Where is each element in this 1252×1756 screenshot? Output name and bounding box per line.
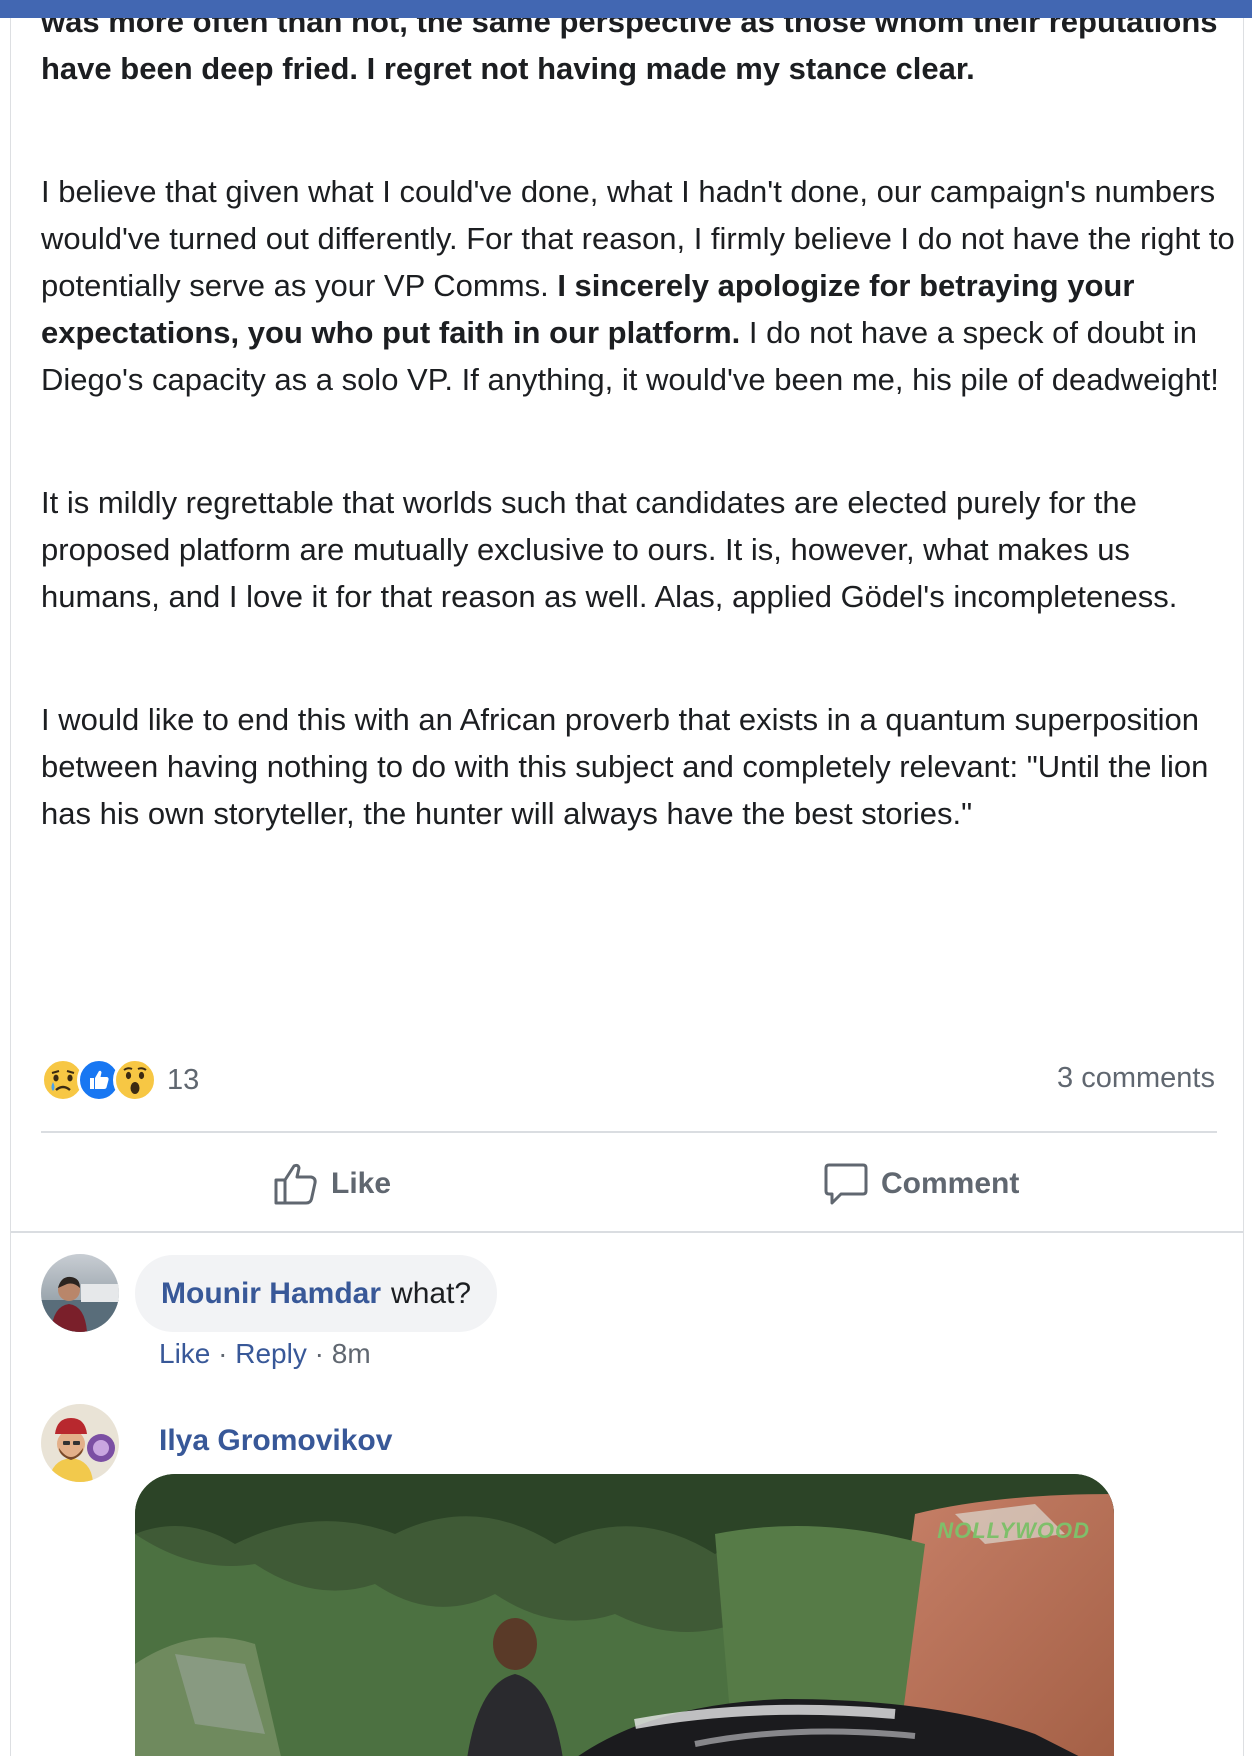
comment-button-label: Comment [881,1167,1020,1200]
comment-bubble-icon [824,1163,868,1205]
reaction-count: 13 [167,1063,200,1096]
comment-timestamp[interactable]: 8m [332,1338,371,1369]
comment-reply-link[interactable]: Reply [235,1338,307,1369]
wow-icon [113,1058,157,1102]
divider [41,1131,1217,1133]
separator-dot: · [314,1338,324,1369]
top-nav-bar [0,0,1252,18]
like-button-label: Like [331,1167,392,1200]
video-watermark: NOLLYWOOD [937,1518,1090,1543]
avatar[interactable] [41,1404,119,1482]
comments-count-link[interactable]: 3 comments [1057,1062,1215,1095]
comment-author-link[interactable]: Ilya Gromovikov [159,1424,392,1458]
post-body: was more often than not, the same perspe… [41,0,1237,913]
comment-actions: Like · Reply · 8m [159,1338,371,1370]
comment-text: what? [391,1276,472,1310]
post-card: was more often than not, the same perspe… [10,0,1244,1756]
comment-bubble: Mounir Hamdar what? [135,1255,498,1332]
comment-video-attachment[interactable]: NOLLYWOOD [135,1474,1114,1756]
comments-section-divider [11,1231,1243,1233]
post-paragraph-2: I believe that given what I could've don… [41,168,1237,403]
thumbs-up-icon [274,1163,317,1205]
reactions-summary[interactable]: 13 [41,1056,199,1104]
comment-author-link[interactable]: Mounir Hamdar [161,1277,381,1311]
comment-button[interactable]: Comment [823,1152,1019,1216]
like-button[interactable]: Like [273,1152,391,1216]
avatar[interactable] [41,1254,119,1332]
separator-dot: · [218,1338,228,1369]
comment-like-link[interactable]: Like [159,1338,210,1369]
post-paragraph-4: I would like to end this with an African… [41,702,1209,831]
post-paragraph-3: It is mildly regrettable that worlds suc… [41,485,1178,614]
